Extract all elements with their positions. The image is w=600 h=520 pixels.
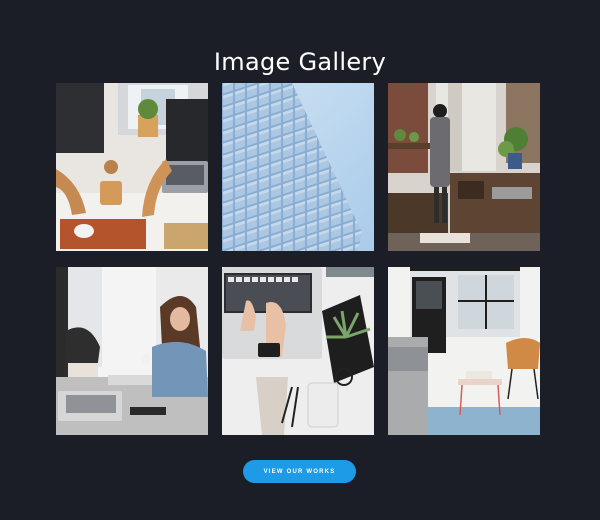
living-room-photo [388,267,540,435]
gallery-image-building[interactable] [222,83,374,251]
woman-desk-photo [56,267,208,435]
laptop-typing-photo [222,267,374,435]
gallery-image-living-room[interactable] [388,267,540,435]
building-photo [222,83,374,251]
desk-photo [56,83,208,251]
gallery-image-woman-sideboard[interactable] [388,83,540,251]
view-our-works-button[interactable]: VIEW OUR WORKS [243,460,356,483]
image-grid [56,83,544,435]
gallery-title: Image Gallery [213,48,387,77]
woman-sideboard-photo [388,83,540,251]
gallery-image-desk[interactable] [56,83,208,251]
gallery-image-woman-desk[interactable] [56,267,208,435]
gallery-image-laptop-typing[interactable] [222,267,374,435]
